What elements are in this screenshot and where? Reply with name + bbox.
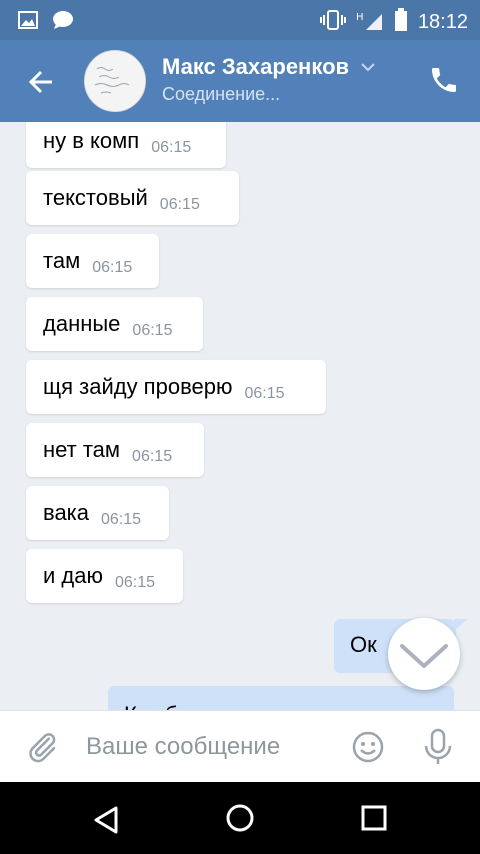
message-bubble[interactable]: и даю 06:15: [26, 549, 183, 603]
message-text: данные: [43, 311, 121, 336]
call-button[interactable]: [428, 64, 460, 96]
message-time: 06:15: [114, 574, 156, 591]
back-button[interactable]: [22, 62, 62, 102]
message-time: 06:15: [159, 196, 200, 213]
contact-name-text: Макс Захаренков: [162, 54, 350, 79]
nav-recents-button[interactable]: [356, 800, 392, 836]
voice-message-button[interactable]: [420, 727, 456, 767]
message-time: 06:15: [101, 511, 142, 528]
contact-name[interactable]: Макс Захаренков: [162, 54, 379, 80]
message-bubble[interactable]: данные 06:15: [26, 297, 203, 351]
navigation-bar: [0, 782, 480, 854]
message-text: нет там: [43, 437, 121, 462]
battery-icon: [394, 8, 408, 37]
message-composer: Ваше сообщение: [0, 710, 480, 783]
microphone-icon: [424, 728, 452, 764]
message-time: 06:15: [132, 448, 173, 465]
emoji-icon: [352, 731, 384, 763]
signal-icon: H: [356, 9, 384, 36]
emoji-button[interactable]: [350, 729, 386, 765]
vibrate-icon: [319, 9, 346, 36]
chevron-down-icon: [361, 63, 375, 72]
message-time: 06:15: [132, 322, 173, 339]
message-bubble[interactable]: текстовый 06:15: [26, 171, 239, 225]
message-text: вака: [43, 500, 90, 525]
nav-recents-icon: [361, 805, 387, 831]
message-text: щя зайду проверю: [43, 374, 233, 399]
connection-status: Соединение...: [162, 84, 281, 104]
conversation-header: Макс Захаренков Соединение...: [0, 40, 480, 122]
avatar[interactable]: [84, 50, 146, 112]
nav-home-button[interactable]: [222, 800, 258, 836]
message-list[interactable]: ну в комп 06:15 текстовый 06:15 там 06:1…: [0, 122, 480, 710]
nav-back-button[interactable]: [88, 802, 124, 838]
status-bar: H 18:12: [0, 0, 480, 40]
clock: 18:12: [417, 11, 468, 33]
gallery-icon: [18, 10, 38, 35]
scroll-down-icon: [400, 644, 448, 668]
message-time: 06:15: [244, 385, 285, 402]
message-bubble[interactable]: ну в комп 06:15: [26, 122, 226, 168]
paperclip-icon: [29, 733, 56, 763]
nav-back-icon: [94, 806, 118, 834]
message-bubble[interactable]: нет там 06:15: [26, 423, 204, 477]
message-text: Ок: [350, 632, 377, 657]
message-bubble[interactable]: там 06:15: [26, 234, 159, 288]
network-type-label: H: [356, 12, 364, 23]
message-text: ну в комп: [43, 128, 140, 153]
attach-button[interactable]: [24, 729, 60, 765]
message-text: там: [43, 248, 81, 273]
chat-icon: [52, 10, 74, 35]
message-bubble[interactable]: вака 06:15: [26, 486, 169, 540]
back-arrow-icon: [28, 70, 52, 94]
message-text: и даю: [43, 563, 103, 588]
nav-home-icon: [226, 804, 254, 832]
message-time: 06:15: [151, 139, 192, 156]
phone-icon: [432, 68, 456, 92]
message-bubble[interactable]: щя зайду проверю 06:15: [26, 360, 326, 414]
message-input[interactable]: Ваше сообщение: [86, 733, 280, 761]
scroll-down-button[interactable]: [388, 618, 460, 690]
message-text: Как бы говоришь в компо: [124, 702, 382, 710]
message-time: 06:15: [92, 259, 133, 276]
message-text: текстовый: [43, 185, 148, 210]
